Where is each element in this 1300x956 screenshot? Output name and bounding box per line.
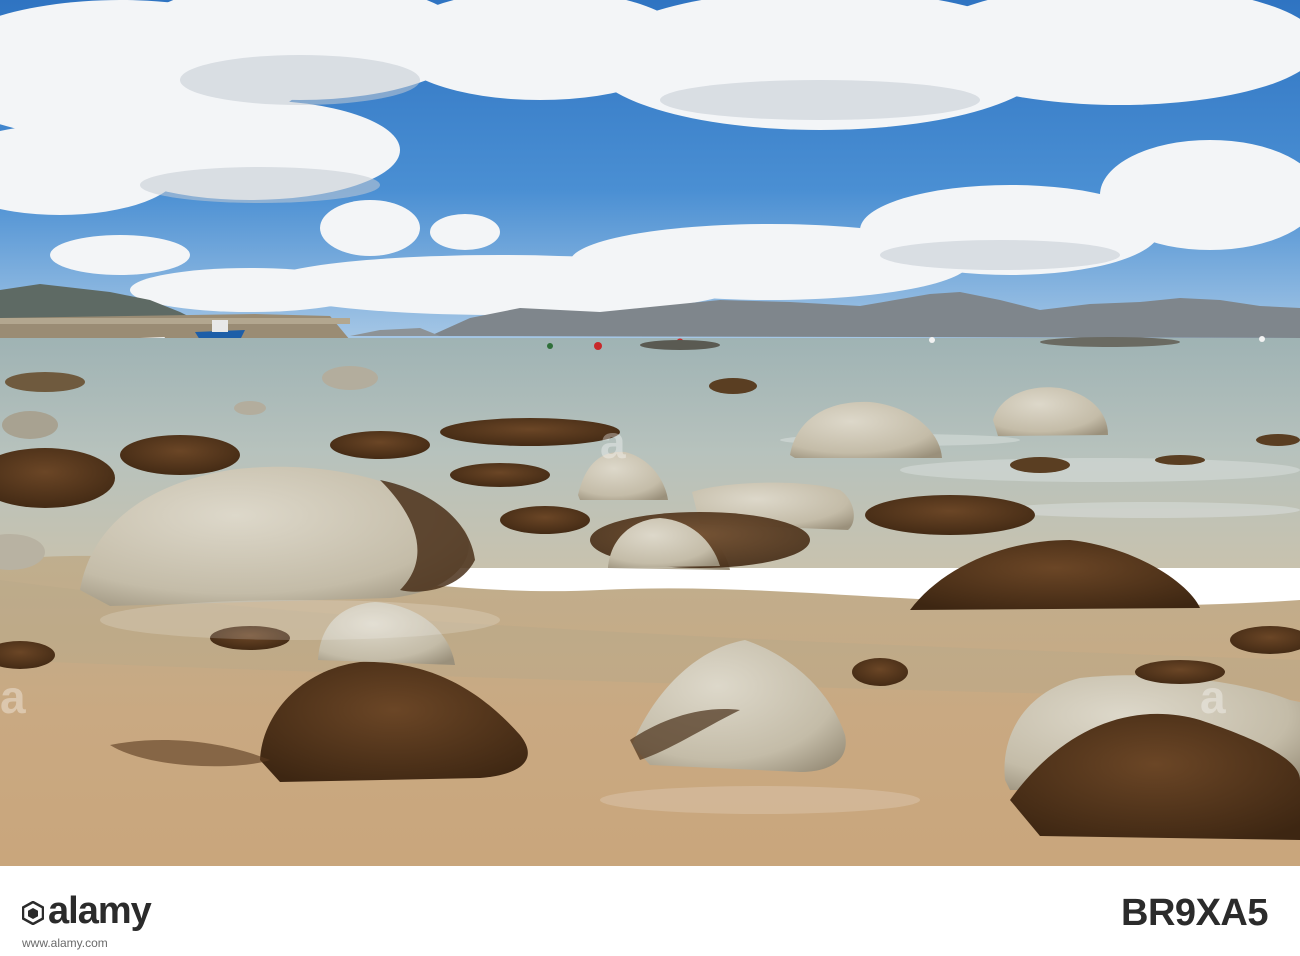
alamy-hexagon-icon [22, 901, 44, 925]
site-url[interactable]: www.alamy.com [22, 936, 108, 950]
alamy-logo: alamy [22, 888, 152, 934]
landscape-photo [0, 0, 1300, 866]
logo-text: alamy [48, 890, 152, 932]
footer-bar: alamy www.alamy.com BR9XA5 [0, 866, 1300, 956]
image-id: BR9XA5 [1121, 892, 1268, 934]
